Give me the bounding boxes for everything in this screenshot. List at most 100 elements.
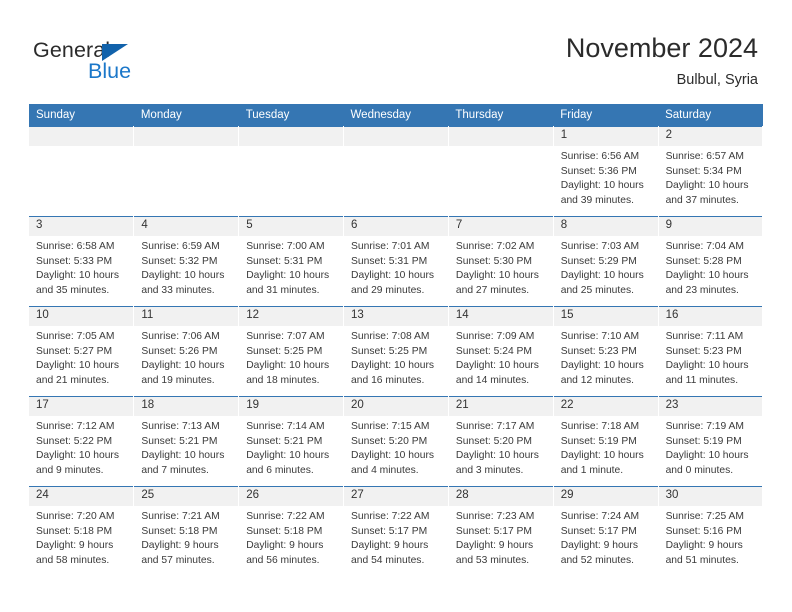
day-number: 14 xyxy=(448,307,553,326)
calendar-day-cell[interactable]: 6 Sunrise: 7:01 AM Sunset: 5:31 PM Daylight… xyxy=(343,216,449,307)
daylight-text: Daylight: 9 hours and 58 minutes. xyxy=(36,540,114,566)
general-blue-logo[interactable]: General Blue xyxy=(33,38,183,86)
daylight-text: Daylight: 10 hours and 35 minutes. xyxy=(36,270,119,296)
weekday-header-saturday: Saturday xyxy=(658,104,763,127)
sunset-text: Sunset: 5:34 PM xyxy=(665,165,742,177)
sunset-text: Sunset: 5:32 PM xyxy=(141,255,218,267)
calendar-day-cell[interactable]: 12 Sunrise: 7:07 AM Sunset: 5:25 PM Dayligh… xyxy=(238,306,345,397)
daylight-text: Daylight: 10 hours and 19 minutes. xyxy=(141,360,225,386)
sunrise-text: Sunrise: 7:01 AM xyxy=(351,241,430,252)
day-details: Sunrise: 7:04 AM Sunset: 5:28 PM Daylight:… xyxy=(659,236,763,298)
calendar-day-cell[interactable]: 28 Sunrise: 7:23 AM Sunset: 5:17 PM Dayligh… xyxy=(448,486,554,576)
calendar-page: General Blue November 2024 Bulbul, Syria… xyxy=(0,0,792,612)
calendar-day-cell[interactable]: 1 Sunrise: 6:56 AM Sunset: 5:36 PM Daylight… xyxy=(553,126,659,217)
calendar-day-cell[interactable]: 15 Sunrise: 7:10 AM Sunset: 5:23 PM Dayligh… xyxy=(553,306,659,397)
day-details: Sunrise: 7:10 AM Sunset: 5:23 PM Daylight:… xyxy=(554,326,658,388)
calendar-day-cell[interactable]: 9 Sunrise: 7:04 AM Sunset: 5:28 PM Daylight… xyxy=(658,216,764,307)
calendar-week-row: 10 Sunrise: 7:05 AM Sunset: 5:27 PM Dayligh… xyxy=(29,306,764,397)
day-details: Sunrise: 7:17 AM Sunset: 5:20 PM Daylight:… xyxy=(449,416,553,478)
day-number: 22 xyxy=(553,397,658,416)
sunset-text: Sunset: 5:20 PM xyxy=(351,435,428,447)
sunrise-text: Sunrise: 7:21 AM xyxy=(141,511,220,522)
calendar-day-cell-empty xyxy=(29,126,135,217)
weekday-header-row: Sunday Monday Tuesday Wednesday Thursday… xyxy=(29,104,763,127)
calendar-day-cell[interactable]: 11 Sunrise: 7:06 AM Sunset: 5:26 PM Dayligh… xyxy=(133,306,240,397)
calendar-day-cell[interactable]: 13 Sunrise: 7:08 AM Sunset: 5:25 PM Dayligh… xyxy=(343,306,449,397)
calendar-day-cell[interactable]: 10 Sunrise: 7:05 AM Sunset: 5:27 PM Dayligh… xyxy=(29,306,135,397)
daylight-text: Daylight: 10 hours and 14 minutes. xyxy=(455,360,539,386)
calendar-day-cell[interactable]: 16 Sunrise: 7:11 AM Sunset: 5:23 PM Dayligh… xyxy=(658,306,764,397)
sunrise-text: Sunrise: 7:00 AM xyxy=(246,241,325,252)
sunset-text: Sunset: 5:17 PM xyxy=(560,525,637,537)
daylight-text: Daylight: 10 hours and 9 minutes. xyxy=(36,450,119,476)
sunrise-text: Sunrise: 7:22 AM xyxy=(351,511,430,522)
sunset-text: Sunset: 5:29 PM xyxy=(560,255,637,267)
sunset-text: Sunset: 5:23 PM xyxy=(665,345,742,357)
day-details: Sunrise: 7:15 AM Sunset: 5:20 PM Daylight:… xyxy=(344,416,448,478)
day-details: Sunrise: 6:57 AM Sunset: 5:34 PM Daylight:… xyxy=(659,146,763,208)
sunset-text: Sunset: 5:18 PM xyxy=(141,525,218,537)
sunrise-text: Sunrise: 7:23 AM xyxy=(455,511,535,522)
daylight-text: Daylight: 10 hours and 6 minutes. xyxy=(246,450,330,476)
day-details: Sunrise: 7:22 AM Sunset: 5:18 PM Daylight:… xyxy=(239,506,343,568)
day-number: 2 xyxy=(658,127,763,146)
calendar-day-cell[interactable]: 24 Sunrise: 7:20 AM Sunset: 5:18 PM Dayligh… xyxy=(29,486,135,576)
calendar-day-cell[interactable]: 20 Sunrise: 7:15 AM Sunset: 5:20 PM Dayligh… xyxy=(343,396,449,487)
day-number: 24 xyxy=(29,487,134,506)
day-number: 5 xyxy=(239,217,344,236)
day-details: Sunrise: 7:13 AM Sunset: 5:21 PM Daylight:… xyxy=(134,416,238,478)
calendar-day-cell[interactable]: 21 Sunrise: 7:17 AM Sunset: 5:20 PM Dayligh… xyxy=(448,396,554,487)
day-number: 1 xyxy=(553,127,658,146)
daylight-text: Daylight: 10 hours and 7 minutes. xyxy=(141,450,225,476)
calendar-day-cell[interactable]: 17 Sunrise: 7:12 AM Sunset: 5:22 PM Dayligh… xyxy=(29,396,135,487)
calendar-day-cell[interactable]: 4 Sunrise: 6:59 AM Sunset: 5:32 PM Daylight… xyxy=(133,216,240,307)
sunrise-text: Sunrise: 6:57 AM xyxy=(665,151,744,162)
daylight-text: Daylight: 9 hours and 53 minutes. xyxy=(455,540,534,566)
page-header: General Blue November 2024 Bulbul, Syria xyxy=(0,0,792,96)
day-number: 3 xyxy=(29,217,134,236)
daylight-text: Daylight: 10 hours and 33 minutes. xyxy=(141,270,225,296)
day-number: 10 xyxy=(29,307,134,326)
sunset-text: Sunset: 5:26 PM xyxy=(141,345,218,357)
sunset-text: Sunset: 5:18 PM xyxy=(36,525,113,537)
day-number: 20 xyxy=(344,397,448,416)
daylight-text: Daylight: 9 hours and 56 minutes. xyxy=(246,540,324,566)
day-number: 12 xyxy=(239,307,344,326)
calendar-day-cell[interactable]: 3 Sunrise: 6:58 AM Sunset: 5:33 PM Daylight… xyxy=(29,216,135,307)
calendar-week-row: 24 Sunrise: 7:20 AM Sunset: 5:18 PM Dayligh… xyxy=(29,486,764,576)
day-details: Sunrise: 7:02 AM Sunset: 5:30 PM Daylight:… xyxy=(449,236,553,298)
sunrise-text: Sunrise: 6:58 AM xyxy=(36,241,115,252)
calendar-day-cell[interactable]: 26 Sunrise: 7:22 AM Sunset: 5:18 PM Dayligh… xyxy=(238,486,345,576)
sunset-text: Sunset: 5:18 PM xyxy=(246,525,323,537)
calendar-day-cell[interactable]: 2 Sunrise: 6:57 AM Sunset: 5:34 PM Daylight… xyxy=(658,126,764,217)
calendar-day-cell[interactable]: 5 Sunrise: 7:00 AM Sunset: 5:31 PM Daylight… xyxy=(238,216,345,307)
sunset-text: Sunset: 5:33 PM xyxy=(36,255,113,267)
day-number xyxy=(344,127,448,146)
day-number: 19 xyxy=(239,397,344,416)
day-details: Sunrise: 7:22 AM Sunset: 5:17 PM Daylight:… xyxy=(344,506,448,568)
day-number: 17 xyxy=(29,397,134,416)
calendar-day-cell[interactable]: 14 Sunrise: 7:09 AM Sunset: 5:24 PM Dayligh… xyxy=(448,306,554,397)
calendar-day-cell[interactable]: 23 Sunrise: 7:19 AM Sunset: 5:19 PM Dayligh… xyxy=(658,396,764,487)
sunrise-text: Sunrise: 7:24 AM xyxy=(560,511,640,522)
calendar-day-cell[interactable]: 7 Sunrise: 7:02 AM Sunset: 5:30 PM Daylight… xyxy=(448,216,554,307)
calendar-day-cell[interactable]: 30 Sunrise: 7:25 AM Sunset: 5:16 PM Dayligh… xyxy=(658,486,764,576)
calendar-day-cell-empty xyxy=(238,126,345,217)
weekday-header-friday: Friday xyxy=(553,104,659,127)
sunset-text: Sunset: 5:20 PM xyxy=(455,435,533,447)
sunrise-text: Sunrise: 7:06 AM xyxy=(141,331,220,342)
calendar-day-cell[interactable]: 18 Sunrise: 7:13 AM Sunset: 5:21 PM Dayligh… xyxy=(133,396,240,487)
sunrise-text: Sunrise: 7:11 AM xyxy=(665,331,744,342)
daylight-text: Daylight: 9 hours and 54 minutes. xyxy=(351,540,429,566)
calendar-day-cell[interactable]: 22 Sunrise: 7:18 AM Sunset: 5:19 PM Dayligh… xyxy=(553,396,659,487)
day-number: 16 xyxy=(658,307,763,326)
calendar-day-cell[interactable]: 25 Sunrise: 7:21 AM Sunset: 5:18 PM Dayligh… xyxy=(133,486,240,576)
sunset-text: Sunset: 5:17 PM xyxy=(351,525,428,537)
calendar-day-cell[interactable]: 29 Sunrise: 7:24 AM Sunset: 5:17 PM Dayligh… xyxy=(553,486,659,576)
daylight-text: Daylight: 10 hours and 25 minutes. xyxy=(560,270,644,296)
sunrise-text: Sunrise: 7:09 AM xyxy=(455,331,535,342)
page-title: November 2024 xyxy=(565,33,758,63)
calendar-day-cell[interactable]: 8 Sunrise: 7:03 AM Sunset: 5:29 PM Daylight… xyxy=(553,216,659,307)
calendar-day-cell[interactable]: 19 Sunrise: 7:14 AM Sunset: 5:21 PM Dayligh… xyxy=(238,396,345,487)
calendar-day-cell[interactable]: 27 Sunrise: 7:22 AM Sunset: 5:17 PM Dayligh… xyxy=(343,486,449,576)
